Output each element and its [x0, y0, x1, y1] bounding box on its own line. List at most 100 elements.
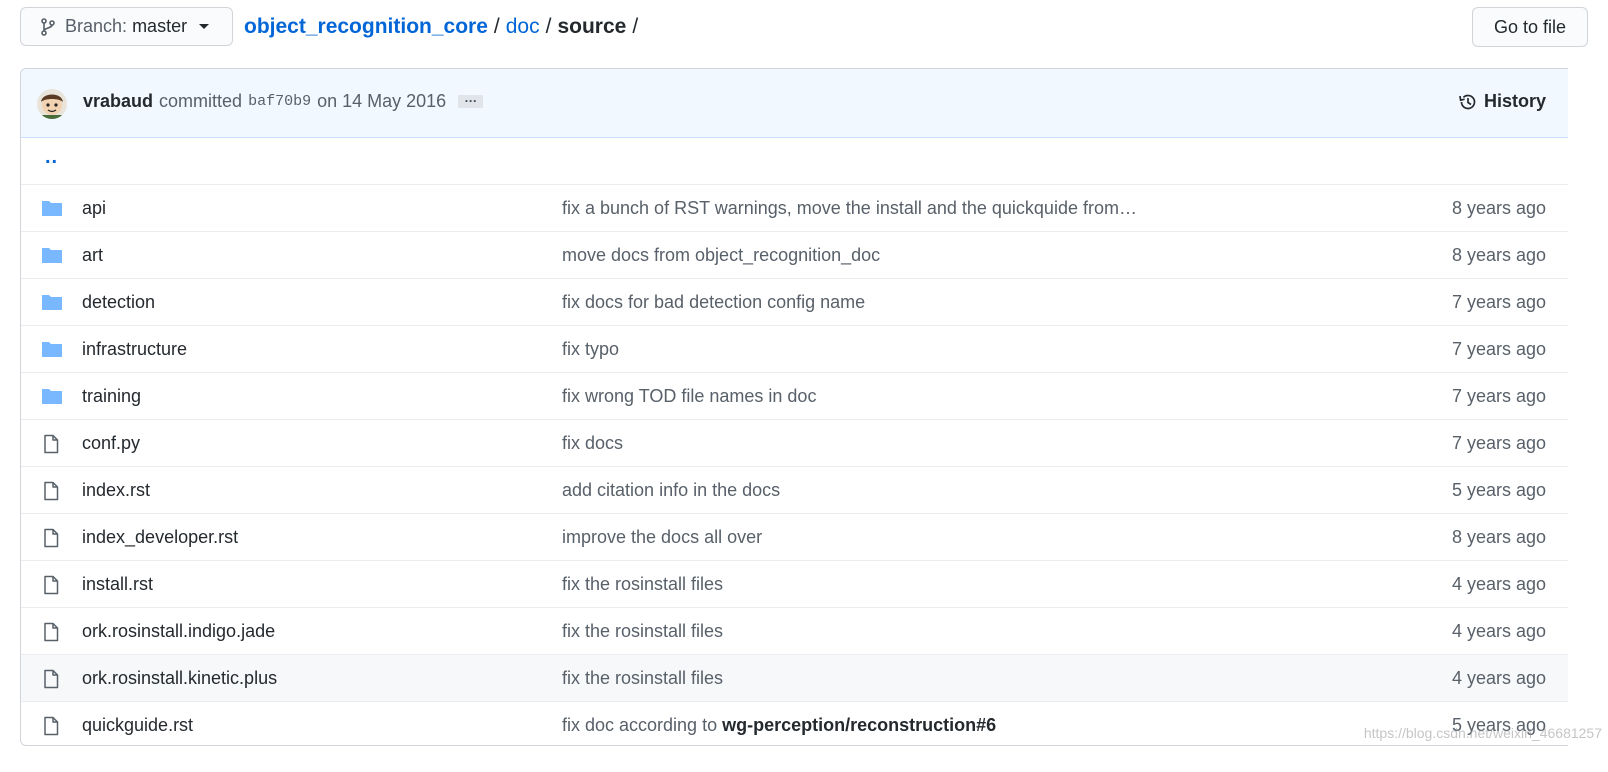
commit-age: 4 years ago: [1451, 621, 1546, 641]
commit-message-text[interactable]: improve the docs all over: [562, 527, 762, 547]
file-name-link[interactable]: ork.rosinstall.indigo.jade: [82, 621, 275, 642]
file-icon-wrap: [41, 622, 61, 647]
commit-message: fix doc according to wg-perception/recon…: [562, 715, 996, 736]
file-row[interactable]: index_developer.rst improve the docs all …: [21, 514, 1568, 561]
file-icon-wrap: [41, 716, 61, 741]
breadcrumb-separator: /: [632, 14, 639, 38]
commit-message: improve the docs all over: [562, 527, 762, 548]
folder-icon-wrap: [41, 293, 63, 316]
chevron-down-icon: [199, 24, 210, 29]
folder-icon: [42, 342, 62, 357]
avatar[interactable]: [37, 89, 67, 119]
commit-message-text[interactable]: move docs from object_recognition_doc: [562, 245, 880, 265]
commit-message-text[interactable]: fix docs for bad detection config name: [562, 292, 865, 312]
folder-icon: [42, 201, 62, 216]
breadcrumb: object_recognition_core / doc / source /: [244, 7, 644, 46]
commit-author-link[interactable]: vrabaud: [83, 91, 153, 112]
commit-message: fix the rosinstall files: [562, 621, 723, 642]
file-name-link[interactable]: ork.rosinstall.kinetic.plus: [82, 668, 277, 689]
file-name-link[interactable]: detection: [82, 292, 155, 313]
commit-message-text[interactable]: fix wrong TOD file names in doc: [562, 386, 816, 406]
commit-age: 8 years ago: [1451, 527, 1546, 547]
file-name-link[interactable]: art: [82, 245, 103, 266]
commit-message: fix typo: [562, 339, 619, 360]
commit-message-text[interactable]: fix a bunch of RST warnings, move the in…: [562, 198, 1137, 218]
file-icon: [44, 669, 59, 689]
commit-expand-button[interactable]: …: [458, 91, 484, 108]
commit-message-text[interactable]: fix doc according to: [562, 715, 717, 735]
breadcrumb-doc-link[interactable]: doc: [506, 15, 540, 39]
commit-message: fix the rosinstall files: [562, 574, 723, 595]
parent-directory-row[interactable]: ..: [21, 138, 1568, 185]
file-name-link[interactable]: index.rst: [82, 480, 150, 501]
commit-message: fix the rosinstall files: [562, 668, 723, 689]
commit-message-text[interactable]: fix the rosinstall files: [562, 668, 723, 688]
file-row[interactable]: infrastructure fix typo 7 years ago: [21, 326, 1568, 373]
latest-commit-bar: vrabaud committed baf70b9 on 14 May 2016…: [21, 69, 1568, 138]
file-icon: [44, 575, 59, 595]
commit-age: 8 years ago: [1451, 198, 1546, 218]
file-icon-wrap: [41, 669, 61, 694]
branch-value: master: [132, 16, 188, 36]
file-name-link[interactable]: index_developer.rst: [82, 527, 238, 548]
file-name-link[interactable]: conf.py: [82, 433, 140, 454]
file-row[interactable]: api fix a bunch of RST warnings, move the…: [21, 185, 1568, 232]
commit-age: 7 years ago: [1451, 339, 1546, 359]
commit-message: fix docs: [562, 433, 623, 454]
breadcrumb-current: source: [557, 14, 627, 38]
commit-message-text[interactable]: fix typo: [562, 339, 619, 359]
commit-message-text[interactable]: fix docs: [562, 433, 623, 453]
file-name-link[interactable]: quickguide.rst: [82, 715, 193, 736]
file-name-link[interactable]: infrastructure: [82, 339, 187, 360]
file-row[interactable]: index.rst add citation info in the docs 5 …: [21, 467, 1568, 514]
file-row[interactable]: detection fix docs for bad detection conf…: [21, 279, 1568, 326]
commit-age: 5 years ago: [1451, 480, 1546, 500]
commit-message-text[interactable]: fix the rosinstall files: [562, 574, 723, 594]
branch-label: Branch:: [65, 16, 128, 36]
file-name-link[interactable]: install.rst: [82, 574, 153, 595]
file-row[interactable]: conf.py fix docs 7 years ago: [21, 420, 1568, 467]
breadcrumb-separator: /: [493, 14, 500, 38]
commit-message: fix docs for bad detection config name: [562, 292, 865, 313]
branch-select-button[interactable]: Branch: master: [20, 7, 233, 46]
commit-age: 8 years ago: [1451, 245, 1546, 265]
file-row[interactable]: art move docs from object_recognition_doc…: [21, 232, 1568, 279]
commit-age: 4 years ago: [1451, 668, 1546, 688]
file-row[interactable]: install.rst fix the rosinstall files 4 yea…: [21, 561, 1568, 608]
breadcrumb-separator: /: [545, 14, 552, 38]
commit-message: fix a bunch of RST warnings, move the in…: [562, 198, 1137, 219]
commit-message-text[interactable]: add citation info in the docs: [562, 480, 780, 500]
commit-message: fix wrong TOD file names in doc: [562, 386, 816, 407]
git-branch-icon: [41, 17, 55, 36]
file-row[interactable]: quickguide.rst fix doc according to wg-pe…: [21, 702, 1568, 745]
commit-age: 7 years ago: [1451, 292, 1546, 312]
watermark: https://blog.csdn.net/weixin_46681257: [1363, 725, 1602, 741]
commit-sha-link[interactable]: baf70b9: [248, 93, 311, 110]
folder-icon-wrap: [41, 387, 63, 410]
top-bar: Branch: master object_recognition_core /…: [20, 7, 1598, 48]
folder-icon-wrap: [41, 246, 63, 269]
commit-message: add citation info in the docs: [562, 480, 780, 501]
history-icon: [1459, 94, 1476, 109]
parent-directory-link[interactable]: ..: [45, 146, 58, 169]
go-to-file-button[interactable]: Go to file: [1472, 7, 1588, 47]
file-icon-wrap: [41, 575, 61, 600]
file-row[interactable]: ork.rosinstall.kinetic.plus fix the rosin…: [21, 655, 1568, 702]
file-icon: [44, 481, 59, 501]
history-link[interactable]: History: [1458, 91, 1546, 112]
file-name-link[interactable]: training: [82, 386, 141, 407]
file-list: api fix a bunch of RST warnings, move the…: [21, 185, 1568, 745]
commit-age: 4 years ago: [1451, 574, 1546, 594]
commit-message-text[interactable]: fix the rosinstall files: [562, 621, 723, 641]
file-icon-wrap: [41, 434, 61, 459]
file-row[interactable]: ork.rosinstall.indigo.jade fix the rosins…: [21, 608, 1568, 655]
file-name-link[interactable]: api: [82, 198, 106, 219]
commit-summary: vrabaud committed baf70b9 on 14 May 2016…: [83, 91, 484, 112]
folder-icon: [42, 248, 62, 263]
commit-message-link[interactable]: wg-perception/reconstruction#6: [722, 715, 996, 735]
file-icon: [44, 434, 59, 454]
file-row[interactable]: training fix wrong TOD file names in doc 7…: [21, 373, 1568, 420]
file-icon-wrap: [41, 481, 61, 506]
breadcrumb-repo-link[interactable]: object_recognition_core: [244, 15, 488, 39]
history-label: History: [1483, 91, 1546, 111]
